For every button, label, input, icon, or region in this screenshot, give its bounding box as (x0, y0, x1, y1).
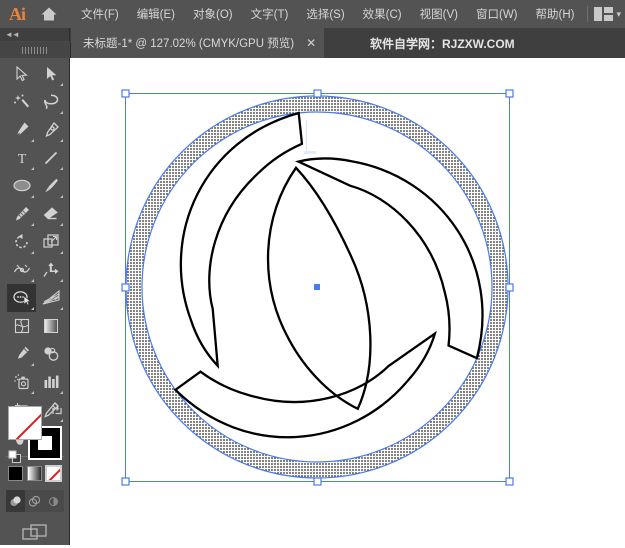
artwork-ring (70, 58, 625, 545)
document-tab-title: 未标题-1* @ 127.02% (CMYK/GPU 预览) (83, 38, 295, 50)
text-cursor-ghost (304, 120, 319, 154)
center-anchor-point (314, 284, 320, 290)
width-tool[interactable] (7, 256, 36, 284)
flyout-triangle-icon (60, 279, 63, 282)
draw-mode-group (6, 490, 64, 512)
blend-tool[interactable] (36, 340, 65, 368)
document-tab-bar: ◄◄ 未标题-1* @ 127.02% (CMYK/GPU 预览) ✕ 软件自学… (0, 28, 625, 58)
menu-object[interactable]: 对象(O) (184, 0, 242, 28)
double-chevron-left-icon: ◄◄ (5, 30, 20, 39)
chevron-down-icon[interactable]: ▾ (616, 9, 621, 20)
menu-effect[interactable]: 效果(C) (354, 0, 411, 28)
ellipse-tool[interactable] (7, 172, 36, 200)
canvas-area[interactable] (70, 58, 625, 545)
shape-builder-tool[interactable] (7, 284, 36, 312)
direct-selection-tool[interactable] (36, 60, 65, 88)
screen-mode-button[interactable] (0, 518, 70, 548)
document-tab[interactable]: 未标题-1* @ 127.02% (CMYK/GPU 预览) ✕ (71, 28, 325, 58)
eyedropper-tool[interactable] (7, 340, 36, 368)
illustrator-window: Ai 文件(F) 编辑(E) 对象(O) 文字(T) 选择(S) 效果(C) 视… (0, 0, 625, 545)
flyout-triangle-icon (60, 83, 63, 86)
flyout-triangle-icon (31, 363, 34, 366)
paintbrush-tool[interactable] (36, 172, 65, 200)
flyout-triangle-icon (60, 251, 63, 254)
fill-stroke-group (8, 404, 64, 464)
selection-tool[interactable] (7, 60, 36, 88)
flyout-triangle-icon (31, 223, 34, 226)
menu-file[interactable]: 文件(F) (72, 0, 128, 28)
flyout-triangle-icon (31, 251, 34, 254)
menu-view[interactable]: 视图(V) (411, 0, 467, 28)
gradient-tool[interactable] (36, 312, 65, 340)
default-fill-stroke-icon[interactable] (8, 450, 22, 464)
flyout-triangle-icon (31, 139, 34, 142)
flyout-triangle-icon (60, 223, 63, 226)
menu-window[interactable]: 窗口(W) (467, 0, 527, 28)
home-icon[interactable] (34, 0, 64, 28)
flyout-triangle-icon (60, 111, 63, 114)
menubar-right-cluster: ▾ (581, 0, 625, 28)
flyout-triangle-icon (60, 391, 63, 394)
tools-panel: T (0, 58, 70, 545)
flyout-triangle-icon (31, 391, 34, 394)
menu-edit[interactable]: 编辑(E) (128, 0, 184, 28)
lasso-tool[interactable] (36, 88, 65, 116)
flyout-triangle-icon (60, 139, 63, 142)
menubar-divider (587, 6, 589, 22)
flyout-triangle-icon (31, 195, 34, 198)
rotate-tool[interactable] (7, 228, 36, 256)
draw-behind-button[interactable] (25, 490, 44, 512)
color-mode-button[interactable] (8, 466, 23, 481)
curvature-tool[interactable] (36, 116, 65, 144)
swap-fill-stroke-icon[interactable] (50, 404, 64, 418)
shaper-tool[interactable] (7, 200, 36, 228)
type-tool[interactable]: T (7, 144, 36, 172)
arrange-documents-icon[interactable] (594, 7, 614, 21)
svg-text:T: T (17, 152, 26, 166)
menu-item-list: 文件(F) 编辑(E) 对象(O) 文字(T) 选择(S) 效果(C) 视图(V… (72, 0, 583, 28)
panel-grip-icon[interactable] (0, 42, 71, 58)
symbol-sprayer-tool[interactable] (7, 368, 36, 396)
menu-help[interactable]: 帮助(H) (527, 0, 584, 28)
column-graph-tool[interactable] (36, 368, 65, 396)
flyout-triangle-icon (31, 307, 34, 310)
flyout-triangle-icon (60, 167, 63, 170)
paint-mode-group (8, 465, 62, 482)
menu-bar: Ai 文件(F) 编辑(E) 对象(O) 文字(T) 选择(S) 效果(C) 视… (0, 0, 625, 28)
fill-none-slash-icon (9, 407, 41, 439)
gradient-mode-button[interactable] (27, 466, 42, 481)
flyout-triangle-icon (60, 195, 63, 198)
flyout-triangle-icon (31, 167, 34, 170)
volleyball-spiral-artwork[interactable] (70, 58, 625, 545)
magic-wand-tool[interactable] (7, 88, 36, 116)
ai-logo-icon: Ai (9, 3, 26, 24)
draw-normal-button[interactable] (6, 490, 25, 512)
pen-tool[interactable] (7, 116, 36, 144)
perspective-grid-tool[interactable] (36, 284, 65, 312)
eraser-tool[interactable] (36, 200, 65, 228)
mesh-tool[interactable] (7, 312, 36, 340)
menu-type[interactable]: 文字(T) (242, 0, 298, 28)
fill-swatch[interactable] (8, 406, 42, 440)
free-transform-tool[interactable] (36, 256, 65, 284)
scale-tool[interactable] (36, 228, 65, 256)
menu-select[interactable]: 选择(S) (297, 0, 353, 28)
watermark-text: 软件自学网：RJZXW.COM (370, 36, 515, 51)
line-segment-tool[interactable] (36, 144, 65, 172)
none-mode-button[interactable] (45, 465, 62, 482)
panel-collapse-button[interactable]: ◄◄ (0, 28, 70, 42)
flyout-triangle-icon (31, 279, 34, 282)
flyout-triangle-icon (60, 307, 63, 310)
close-icon[interactable]: ✕ (306, 36, 316, 50)
draw-inside-button[interactable] (44, 490, 63, 512)
